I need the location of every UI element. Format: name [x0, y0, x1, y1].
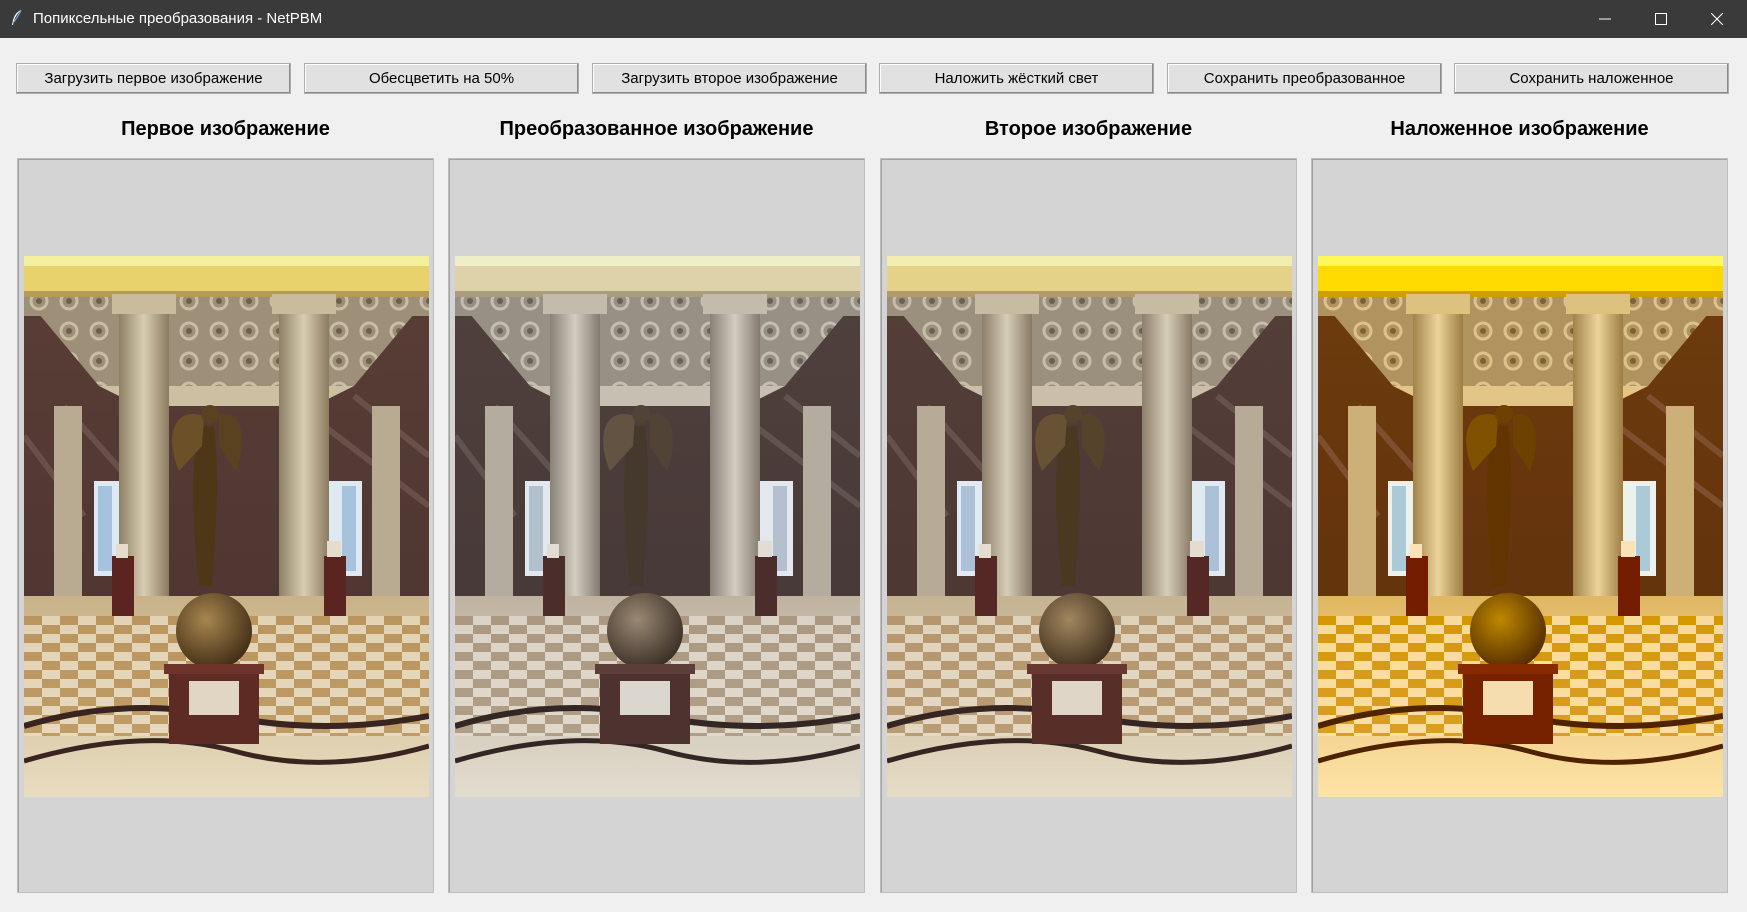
- save-transformed-button[interactable]: Сохранить преобразованное: [1167, 63, 1442, 94]
- second-image-title: Второе изображение: [984, 118, 1193, 140]
- close-button[interactable]: [1690, 0, 1744, 38]
- maximize-icon: [1655, 13, 1667, 25]
- maximize-button[interactable]: [1634, 0, 1688, 38]
- minimize-button[interactable]: [1578, 0, 1632, 38]
- first-image: [24, 256, 429, 797]
- transformed-image: [455, 256, 860, 797]
- overlay-image-panel: [1311, 158, 1728, 893]
- save-overlay-button[interactable]: Сохранить наложенное: [1454, 63, 1729, 94]
- load-second-image-button[interactable]: Загрузить второе изображение: [592, 63, 867, 94]
- transformed-image-title: Преобразованное изображение: [499, 118, 814, 140]
- app-window: Попиксельные преобразования - NetPBM Заг…: [0, 0, 1747, 912]
- title-bar[interactable]: Попиксельные преобразования - NetPBM: [0, 0, 1747, 38]
- transformed-image-panel: [448, 158, 865, 893]
- hard-light-button[interactable]: Наложить жёсткий свет: [879, 63, 1154, 94]
- first-image-panel: [17, 158, 434, 893]
- overlay-image-title: Наложенное изображение: [1390, 118, 1649, 140]
- second-image-panel: [880, 158, 1297, 893]
- window-title: Попиксельные преобразования - NetPBM: [33, 10, 323, 27]
- close-icon: [1711, 13, 1723, 25]
- overlay-image: [1318, 256, 1723, 797]
- second-image: [887, 256, 1292, 797]
- minimize-icon: [1599, 18, 1611, 20]
- desaturate-button[interactable]: Обесцветить на 50%: [304, 63, 579, 94]
- load-first-image-button[interactable]: Загрузить первое изображение: [16, 63, 291, 94]
- first-image-title: Первое изображение: [121, 118, 330, 140]
- feather-icon: [12, 9, 22, 25]
